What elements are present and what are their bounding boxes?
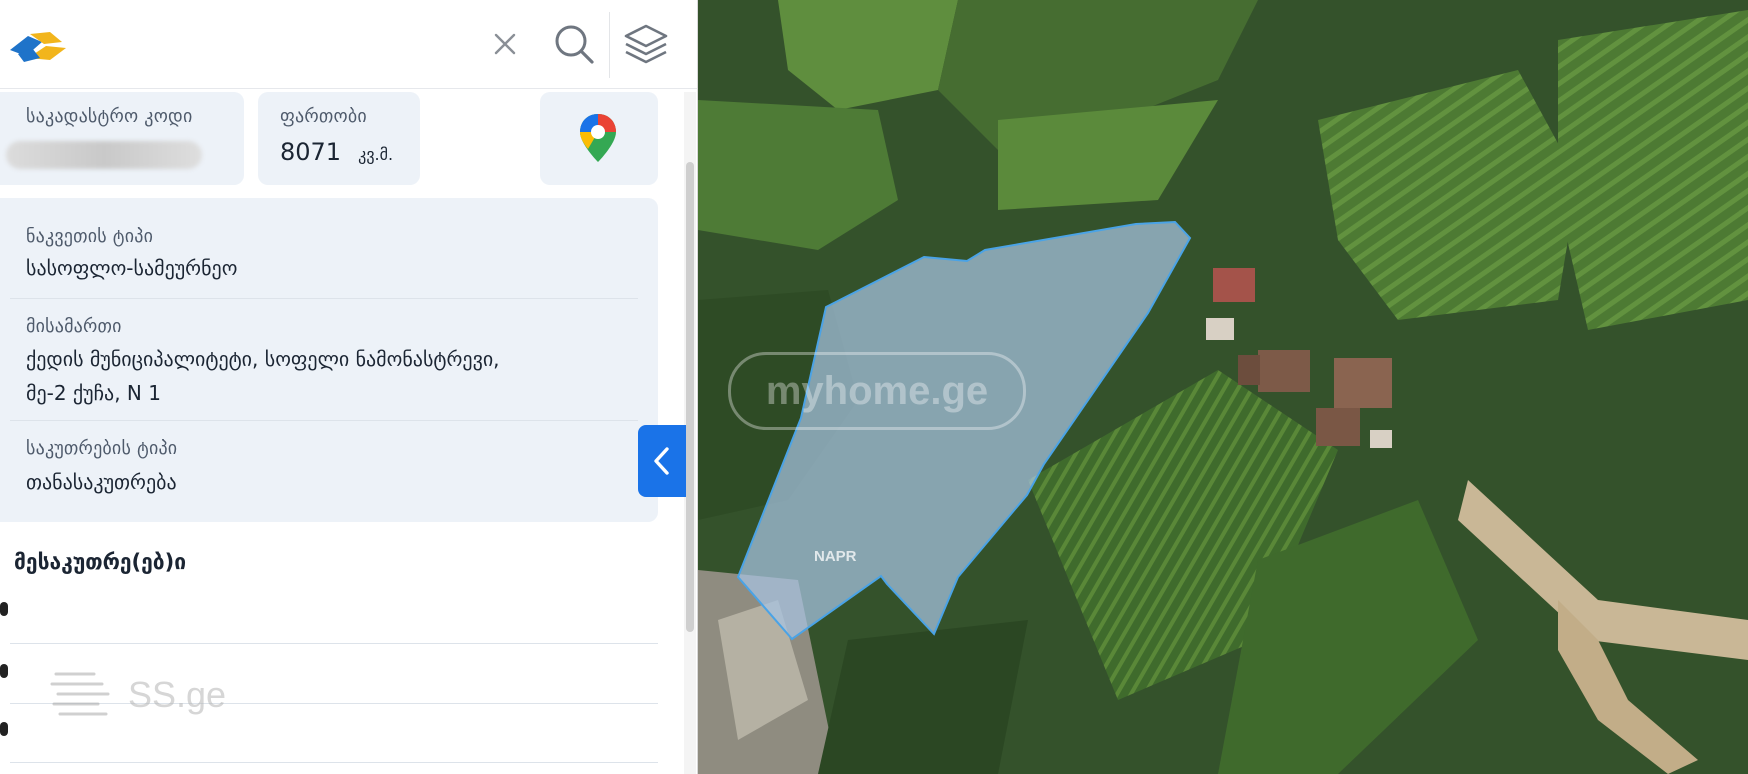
area-card: ფართობი 8071 კვ.მ. bbox=[258, 92, 420, 185]
google-maps-button[interactable] bbox=[540, 92, 658, 185]
owners-heading: მესაკუთრე(ებ)ი bbox=[14, 550, 187, 574]
ownership-value: თანასაკუთრება bbox=[26, 470, 177, 494]
toolbar-divider bbox=[609, 12, 610, 78]
address-line-2: მე-2 ქუჩა, N 1 bbox=[26, 381, 161, 405]
ss-watermark: SS.ge bbox=[50, 670, 226, 724]
top-bar bbox=[0, 0, 698, 89]
napr-logo bbox=[10, 32, 66, 62]
search-icon[interactable] bbox=[548, 18, 600, 70]
cadastral-code-blurred bbox=[6, 141, 202, 169]
area-value: 8071 bbox=[280, 138, 342, 166]
owners-divider bbox=[10, 762, 658, 763]
owner-bullet bbox=[0, 722, 8, 736]
map-pin-icon bbox=[580, 114, 616, 162]
plot-type-value: სასოფლო-სამეურნეო bbox=[26, 256, 238, 280]
address-label: მისამართი bbox=[26, 316, 122, 337]
myhome-watermark: myhome.ge bbox=[728, 352, 1026, 430]
layers-icon[interactable] bbox=[620, 18, 672, 70]
owners-divider bbox=[10, 643, 658, 644]
details-divider bbox=[10, 420, 638, 421]
ss-logo-icon bbox=[50, 672, 110, 716]
details-card: ნაკვეთის ტიპი სასოფლო-სამეურნეო მისამართ… bbox=[0, 198, 658, 522]
owner-bullet bbox=[0, 664, 8, 678]
ownership-label: საკუთრების ტიპი bbox=[26, 438, 178, 459]
myhome-watermark-text: myhome.ge bbox=[765, 368, 989, 413]
area-unit: კვ.მ. bbox=[358, 145, 394, 164]
chevron-left-icon bbox=[654, 447, 669, 475]
info-panel: საკადასტრო კოდი ფართობი 8071 კვ.მ. ნაკვე… bbox=[0, 0, 698, 774]
owner-bullet bbox=[0, 602, 8, 616]
area-label: ფართობი bbox=[280, 106, 367, 127]
cadastral-card: საკადასტრო კოდი bbox=[0, 92, 244, 185]
napr-map-label: NAPR bbox=[814, 548, 857, 565]
address-line-1: ქედის მუნიციპალიტეტი, სოფელი ნამონასტრევ… bbox=[26, 347, 500, 371]
collapse-panel-button[interactable] bbox=[638, 425, 686, 497]
close-icon[interactable] bbox=[479, 18, 531, 70]
ss-watermark-text: SS.ge bbox=[128, 674, 227, 715]
satellite-map[interactable]: myhome.ge NAPR bbox=[698, 0, 1748, 774]
plot-type-label: ნაკვეთის ტიპი bbox=[26, 226, 154, 247]
scrollbar-thumb[interactable] bbox=[686, 162, 694, 632]
parcel-polygon[interactable] bbox=[736, 220, 1192, 641]
details-divider bbox=[10, 298, 638, 299]
cadastral-label: საკადასტრო კოდი bbox=[26, 106, 193, 127]
